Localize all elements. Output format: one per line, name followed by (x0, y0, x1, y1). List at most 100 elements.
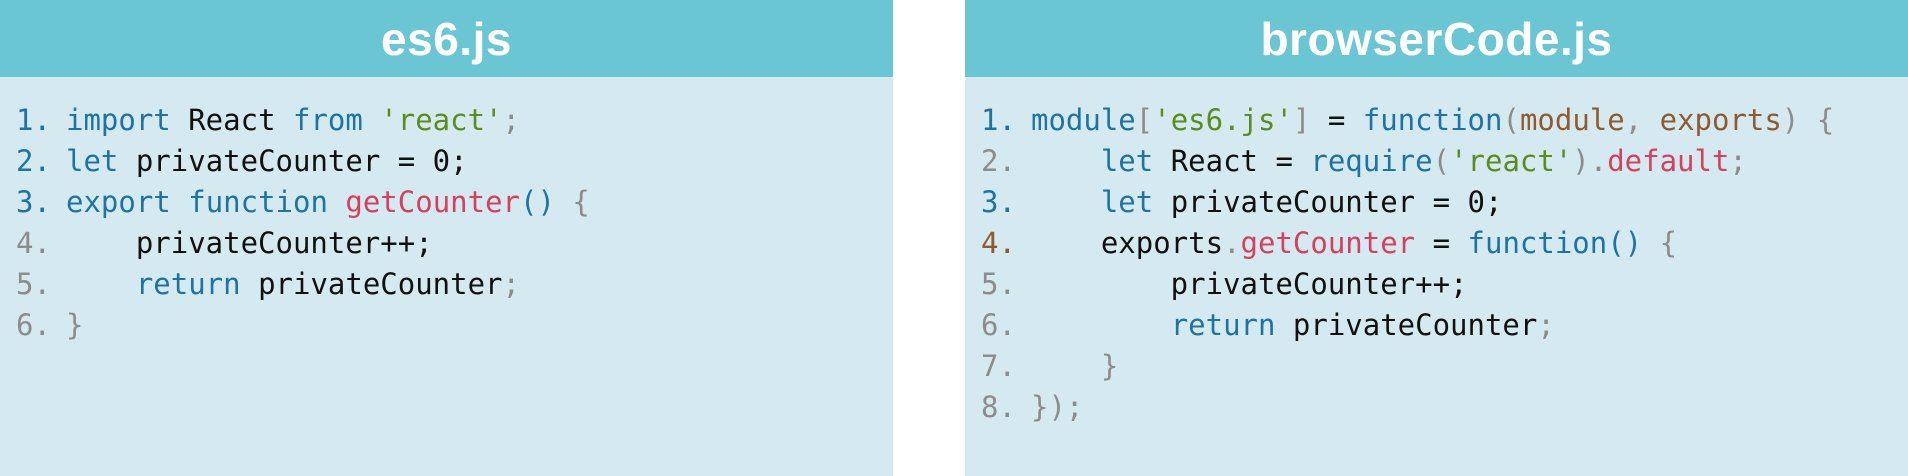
code-token: exports (1659, 103, 1782, 137)
line-number: 6. (981, 308, 1016, 342)
line-number: 2. (16, 144, 51, 178)
code-text: let privateCounter = 0; (66, 141, 468, 182)
code-token: ). (1572, 144, 1608, 178)
line-number: 1. (981, 103, 1016, 137)
code-token: let (1100, 144, 1154, 178)
line-number: 3. (981, 185, 1016, 219)
code-token: getCounter (345, 185, 520, 219)
code-token: privateCounter (1275, 308, 1538, 342)
code-token: return (1170, 308, 1276, 342)
code-line: 6. return privateCounter; (981, 305, 1898, 346)
code-token: = (1310, 103, 1363, 137)
code-token: privateCounter = 0; (118, 144, 468, 178)
code-line: 8.}); (981, 387, 1898, 428)
line-number: 5. (981, 267, 1016, 301)
line-number: 6. (16, 308, 51, 342)
code-token: let (66, 144, 119, 178)
code-text: exports.getCounter = function() { (1031, 223, 1677, 264)
code-token: ; (1729, 144, 1747, 178)
code-token: { (554, 185, 590, 219)
code-token: privateCounter (240, 267, 503, 301)
code-text: privateCounter++; (1031, 264, 1468, 305)
code-token: ; (502, 267, 520, 301)
line-number: 4. (16, 226, 51, 260)
code-token: export (66, 185, 171, 219)
code-line: 3. let privateCounter = 0; (981, 182, 1898, 223)
code-text: return privateCounter; (66, 264, 520, 305)
code-text: let React = require('react').default; (1031, 141, 1747, 182)
code-line: 1. module['es6.js'] = function(module, ex… (981, 100, 1898, 141)
code-token: = (1415, 226, 1468, 260)
code-text: export function getCounter() { (66, 182, 590, 223)
line-number: 8. (981, 390, 1016, 424)
code-token: default (1607, 144, 1730, 178)
code-line: 6.} (16, 305, 883, 346)
code-token: . (1223, 226, 1241, 260)
code-token: function (1362, 103, 1503, 137)
code-token: require (1310, 144, 1433, 178)
code-token: 'react' (1450, 144, 1573, 178)
panel-title: browserCode.js (965, 0, 1908, 77)
code-text: } (66, 305, 83, 346)
code-token: ) { (1781, 103, 1835, 137)
code-panel-es6: es6.js 1. import React from 'react'; 2. let… (0, 0, 893, 476)
code-line: 7. } (981, 346, 1898, 387)
code-token: function (188, 185, 328, 219)
code-token: () (520, 185, 555, 219)
code-token: } (66, 308, 84, 342)
code-token: } (1031, 349, 1119, 383)
code-token: [ (1135, 103, 1154, 137)
panel-title: es6.js (0, 0, 893, 77)
line-number: 1. (16, 103, 51, 137)
code-token: return (135, 267, 241, 301)
code-line: 2. let privateCounter = 0; (16, 141, 883, 182)
code-token: ( (1502, 103, 1520, 137)
code-token: , (1624, 103, 1660, 137)
code-text: privateCounter++; (66, 223, 433, 264)
code-token: from (292, 103, 363, 137)
line-number: 3. (16, 185, 51, 219)
code-token: module (1031, 103, 1136, 137)
code-token: privateCounter = 0; (1153, 185, 1503, 219)
line-number: 7. (981, 349, 1016, 383)
line-number: 4. (981, 226, 1016, 260)
code-token: { (1642, 226, 1678, 260)
code-token: ; (502, 103, 520, 137)
code-token: getCounter (1240, 226, 1416, 260)
code-line: 4. privateCounter++; (16, 223, 883, 264)
code-block: 1. module['es6.js'] = function(module, ex… (981, 100, 1898, 428)
code-block: 1. import React from 'react'; 2. let privat… (16, 100, 883, 346)
code-token: ] (1292, 103, 1311, 137)
code-text: module['es6.js'] = function(module, expo… (1031, 100, 1834, 141)
code-line: 5. return privateCounter; (16, 264, 883, 305)
code-text: return privateCounter; (1031, 305, 1555, 346)
code-token: module (1519, 103, 1625, 137)
code-line: 2. let React = require('react').default; (981, 141, 1898, 182)
code-text: import React from 'react'; (66, 100, 520, 141)
code-line: 5. privateCounter++; (981, 264, 1898, 305)
code-token: privateCounter++; (1031, 267, 1468, 301)
code-text: } (1031, 346, 1118, 387)
code-token: function (1467, 226, 1608, 260)
code-token: exports (1031, 226, 1224, 260)
code-line: 1. import React from 'react'; (16, 100, 883, 141)
code-token: ( (1432, 144, 1451, 178)
code-token: React (170, 103, 293, 137)
code-line: 3. export function getCounter() { (16, 182, 883, 223)
code-token: ; (1537, 308, 1555, 342)
code-token: React = (1153, 144, 1311, 178)
code-token: 'es6.js' (1153, 103, 1293, 137)
code-line: 4. exports.getCounter = function() { (981, 223, 1898, 264)
code-token: import (66, 103, 171, 137)
code-token: privateCounter++; (66, 226, 433, 260)
code-token: }); (1031, 390, 1084, 424)
code-token: 'react' (380, 103, 503, 137)
line-number: 2. (981, 144, 1016, 178)
